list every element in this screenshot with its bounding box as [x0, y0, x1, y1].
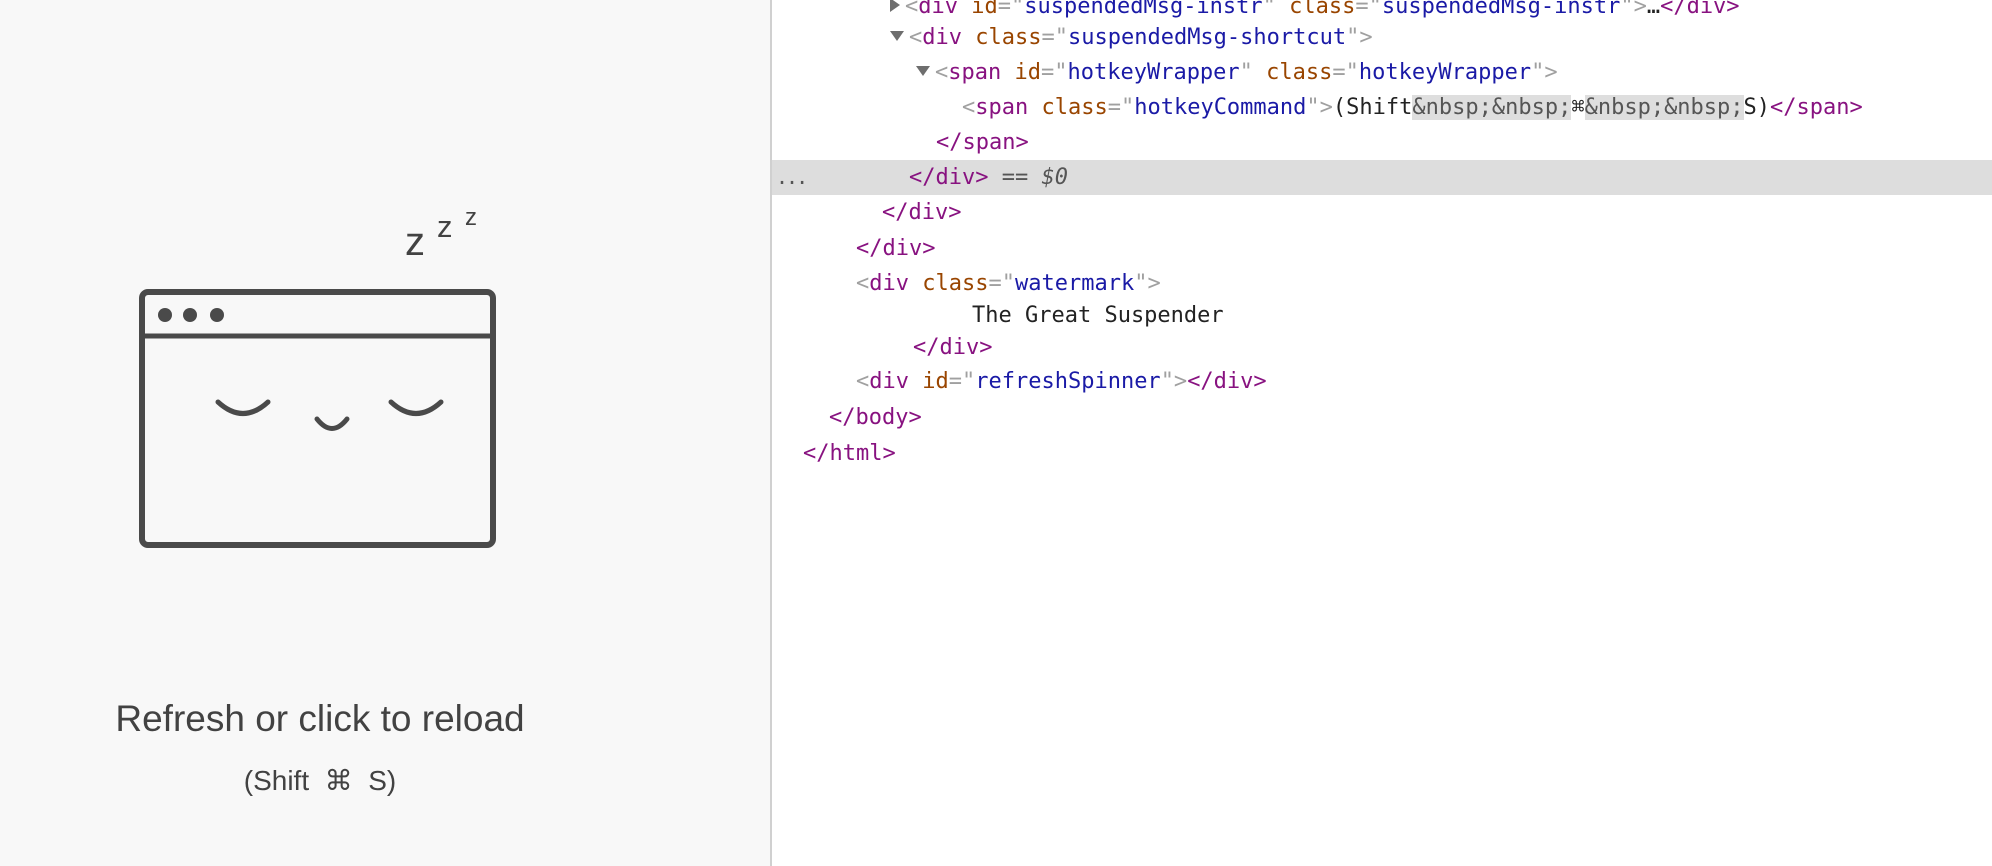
collapse-triangle-icon[interactable]: [916, 66, 930, 76]
closed-eye-left: [215, 399, 271, 416]
dom-node-line-selected[interactable]: ... </div> == $0: [772, 160, 1992, 195]
dom-node-line[interactable]: </span>: [772, 125, 1992, 160]
closed-eye-right: [388, 399, 444, 416]
more-options-icon[interactable]: ...: [776, 160, 808, 195]
sleeping-browser-icon: z z z: [139, 205, 496, 548]
dom-node-line[interactable]: <div class="suspendedMsg-shortcut">: [772, 20, 1992, 55]
window-dot: [183, 308, 197, 322]
sleeping-mouth: [314, 416, 350, 431]
collapse-triangle-icon[interactable]: [890, 31, 904, 41]
dom-node-line[interactable]: <span id="hotkeyWrapper" class="hotkeyWr…: [772, 55, 1992, 90]
suspended-tab-page[interactable]: z z z Refresh or click to reload (Shift …: [0, 0, 770, 866]
expand-triangle-icon[interactable]: [890, 0, 900, 12]
hotkey-command: (Shift ⌘ S): [243, 765, 397, 796]
dom-node-line[interactable]: </div>: [772, 195, 1992, 230]
dom-node-line[interactable]: </body>: [772, 400, 1992, 435]
dom-node-line[interactable]: <div id="refreshSpinner"></div>: [772, 364, 1992, 399]
zzz-letter: z: [405, 220, 425, 264]
dom-text-node[interactable]: The Great Suspender: [772, 298, 1992, 333]
devtools-elements-panel: <div id="suspendedMsg-instr" class="susp…: [772, 0, 1992, 866]
zzz-letter: z: [465, 205, 477, 231]
window-dot: [158, 308, 172, 322]
dom-node-line[interactable]: </html>: [772, 436, 1992, 471]
window-dot: [210, 308, 224, 322]
dom-node-line[interactable]: <div class="watermark">: [772, 266, 1992, 301]
dom-node-line[interactable]: </div>: [772, 330, 1992, 365]
refresh-message: Refresh or click to reload: [115, 698, 525, 739]
dom-node-line[interactable]: </div>: [772, 231, 1992, 266]
zzz-letter: z: [437, 209, 453, 244]
dom-node-line[interactable]: <span class="hotkeyCommand">(Shift&nbsp;…: [772, 90, 1992, 125]
